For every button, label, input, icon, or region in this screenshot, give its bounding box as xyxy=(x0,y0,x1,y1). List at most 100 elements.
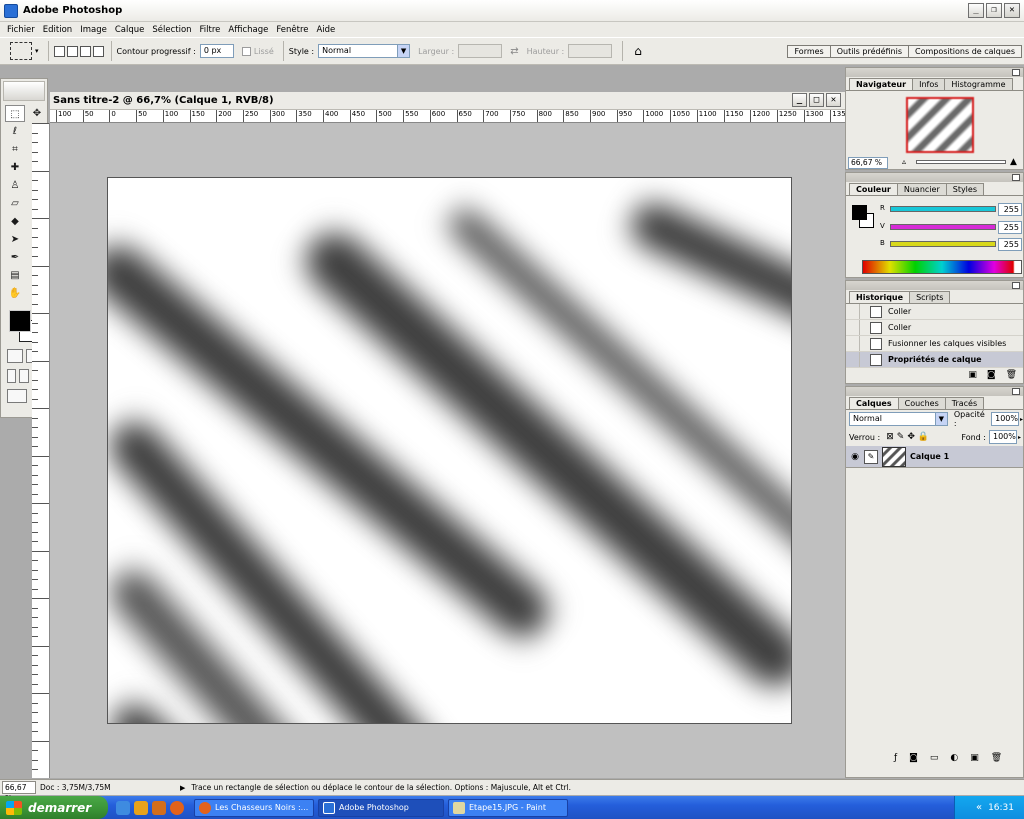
move-tool-icon[interactable]: ✥ xyxy=(27,105,47,122)
new-layer-icon[interactable]: ▣ xyxy=(970,753,979,763)
brush-link-icon[interactable]: ✎ xyxy=(864,449,878,464)
app-quicklaunch-icon[interactable] xyxy=(152,800,166,815)
tab-nuancier[interactable]: Nuancier xyxy=(896,183,947,195)
pen-tool-icon[interactable]: ✒ xyxy=(5,249,25,266)
crop-tool-icon[interactable]: ⌗ xyxy=(5,141,25,158)
hand-tool-icon[interactable]: ✋ xyxy=(5,285,25,302)
zoom-in-icon[interactable]: ▲ xyxy=(1010,157,1017,167)
tab-histogramme[interactable]: Histogramme xyxy=(944,78,1013,90)
dock-tab-compositions[interactable]: Compositions de calques xyxy=(908,45,1022,58)
standard-mode-icon[interactable] xyxy=(7,349,23,363)
doc-maximize-button[interactable]: □ xyxy=(809,93,824,107)
menu-affichage[interactable]: Affichage xyxy=(224,25,272,35)
history-item[interactable]: Coller xyxy=(846,304,1023,320)
tab-historique[interactable]: Historique xyxy=(849,291,911,303)
minimize-button[interactable]: _ xyxy=(968,3,984,18)
file-browser-icon[interactable]: ⌂ xyxy=(634,44,642,58)
channel-v-input[interactable]: 255 xyxy=(998,221,1022,234)
doc-minimize-button[interactable]: _ xyxy=(792,93,807,107)
healing-brush-tool-icon[interactable]: ✚ xyxy=(5,159,25,176)
media-quicklaunch-icon[interactable] xyxy=(134,800,148,815)
path-selection-tool-icon[interactable]: ➤ xyxy=(5,231,25,248)
close-button[interactable]: ✕ xyxy=(1004,3,1020,18)
panel-collapse-button[interactable] xyxy=(1012,174,1020,181)
eye-icon[interactable]: ◉ xyxy=(846,452,864,462)
history-item[interactable]: Coller xyxy=(846,320,1023,336)
color-spectrum-ramp[interactable] xyxy=(862,260,1022,274)
panel-collapse-button[interactable] xyxy=(1012,69,1020,76)
history-item-selected[interactable]: Propriétés de calque xyxy=(846,352,1023,368)
antialias-checkbox[interactable] xyxy=(241,46,251,56)
menu-fenetre[interactable]: Fenêtre xyxy=(272,25,312,35)
firefox-quicklaunch-icon[interactable] xyxy=(170,800,184,815)
channel-b-input[interactable]: 255 xyxy=(998,238,1022,251)
tab-couleur[interactable]: Couleur xyxy=(849,183,898,195)
lasso-tool-icon[interactable]: ℓ xyxy=(5,123,25,140)
style-select[interactable]: Normal ▼ xyxy=(318,44,411,58)
navigator-zoom-slider[interactable] xyxy=(916,160,1006,164)
color-foreground-swatch[interactable] xyxy=(852,205,867,220)
task-paint[interactable]: Etape15.JPG - Paint xyxy=(448,798,568,817)
menu-aide[interactable]: Aide xyxy=(312,25,339,35)
add-selection-icon[interactable] xyxy=(66,45,78,57)
lock-pixels-icon[interactable]: ✎ xyxy=(897,432,905,442)
dock-tab-outils-predefinis[interactable]: Outils prédéfinis xyxy=(829,45,910,58)
delete-state-icon[interactable]: 🗑 xyxy=(1006,370,1017,380)
channel-v-slider[interactable] xyxy=(890,224,996,230)
navigator-thumbnail[interactable] xyxy=(906,97,974,153)
tab-calques[interactable]: Calques xyxy=(849,397,899,409)
menu-selection[interactable]: Sélection xyxy=(148,25,195,35)
new-selection-icon[interactable] xyxy=(53,45,65,57)
jump-to-imageready-icon[interactable] xyxy=(7,389,27,403)
new-snapshot-icon[interactable]: ◙ xyxy=(987,370,996,380)
menu-filtre[interactable]: Filtre xyxy=(196,25,225,35)
fill-input[interactable]: 100% xyxy=(988,430,1017,444)
task-chasseurs-noirs[interactable]: Les Chasseurs Noirs :... xyxy=(194,798,314,817)
layer-style-icon[interactable]: ƒ xyxy=(894,753,897,763)
intersect-selection-icon[interactable] xyxy=(92,45,104,57)
task-adobe-photoshop[interactable]: Adobe Photoshop xyxy=(318,798,444,817)
height-input[interactable] xyxy=(568,44,613,58)
tool-preset-chevron-icon[interactable]: ▾ xyxy=(35,47,39,55)
new-group-icon[interactable]: ▭ xyxy=(930,753,939,763)
opacity-chevron-icon[interactable]: ▸ xyxy=(1020,416,1023,423)
layer-mask-icon[interactable]: ◙ xyxy=(909,753,918,763)
notes-tool-icon[interactable]: ▤ xyxy=(5,267,25,284)
tool-preset-picker[interactable] xyxy=(10,42,32,60)
tab-traces[interactable]: Tracés xyxy=(944,397,985,409)
channel-r-input[interactable]: 255 xyxy=(998,203,1022,216)
lock-transparency-icon[interactable]: ⊠ xyxy=(886,432,894,442)
tab-scripts[interactable]: Scripts xyxy=(909,291,951,303)
tab-styles[interactable]: Styles xyxy=(945,183,984,195)
blur-tool-icon[interactable]: ◆ xyxy=(5,213,25,230)
navigator-zoom-input[interactable]: 66,67 % xyxy=(848,157,888,169)
new-document-from-state-icon[interactable]: ▣ xyxy=(968,370,977,380)
ie-quicklaunch-icon[interactable] xyxy=(116,800,130,815)
foreground-color-swatch[interactable] xyxy=(9,310,31,332)
doc-close-button[interactable]: ✕ xyxy=(826,93,841,107)
tab-infos[interactable]: Infos xyxy=(912,78,946,90)
stamp-tool-icon[interactable]: ♙ xyxy=(5,177,25,194)
blend-mode-select[interactable]: Normal ▼ xyxy=(849,412,948,426)
history-item[interactable]: Fusionner les calques visibles xyxy=(846,336,1023,352)
screen-mode-menu-icon[interactable] xyxy=(19,369,29,383)
channel-r-slider[interactable] xyxy=(890,206,996,212)
status-arrow-icon[interactable]: ▶ xyxy=(180,784,185,792)
marquee-tool-icon[interactable]: ⬚ xyxy=(5,105,25,122)
lock-position-icon[interactable]: ✥ xyxy=(907,432,915,442)
delete-layer-icon[interactable]: 🗑 xyxy=(991,753,1002,763)
zoom-out-icon[interactable]: ▵ xyxy=(902,157,906,166)
tab-couches[interactable]: Couches xyxy=(897,397,946,409)
screen-mode-standard-icon[interactable] xyxy=(7,369,17,383)
panel-collapse-button[interactable] xyxy=(1012,282,1020,289)
fill-chevron-icon[interactable]: ▸ xyxy=(1018,434,1021,441)
lock-all-icon[interactable]: 🔒 xyxy=(918,432,929,442)
channel-b-slider[interactable] xyxy=(890,241,996,247)
swap-dimensions-icon[interactable]: ⇄ xyxy=(510,46,518,57)
tab-navigateur[interactable]: Navigateur xyxy=(849,78,914,90)
width-input[interactable] xyxy=(458,44,503,58)
eraser-tool-icon[interactable]: ▱ xyxy=(5,195,25,212)
toolbox-header-feather-icon[interactable] xyxy=(3,81,45,101)
subtract-selection-icon[interactable] xyxy=(79,45,91,57)
layer-row[interactable]: ◉ ✎ Calque 1 xyxy=(846,446,1023,468)
